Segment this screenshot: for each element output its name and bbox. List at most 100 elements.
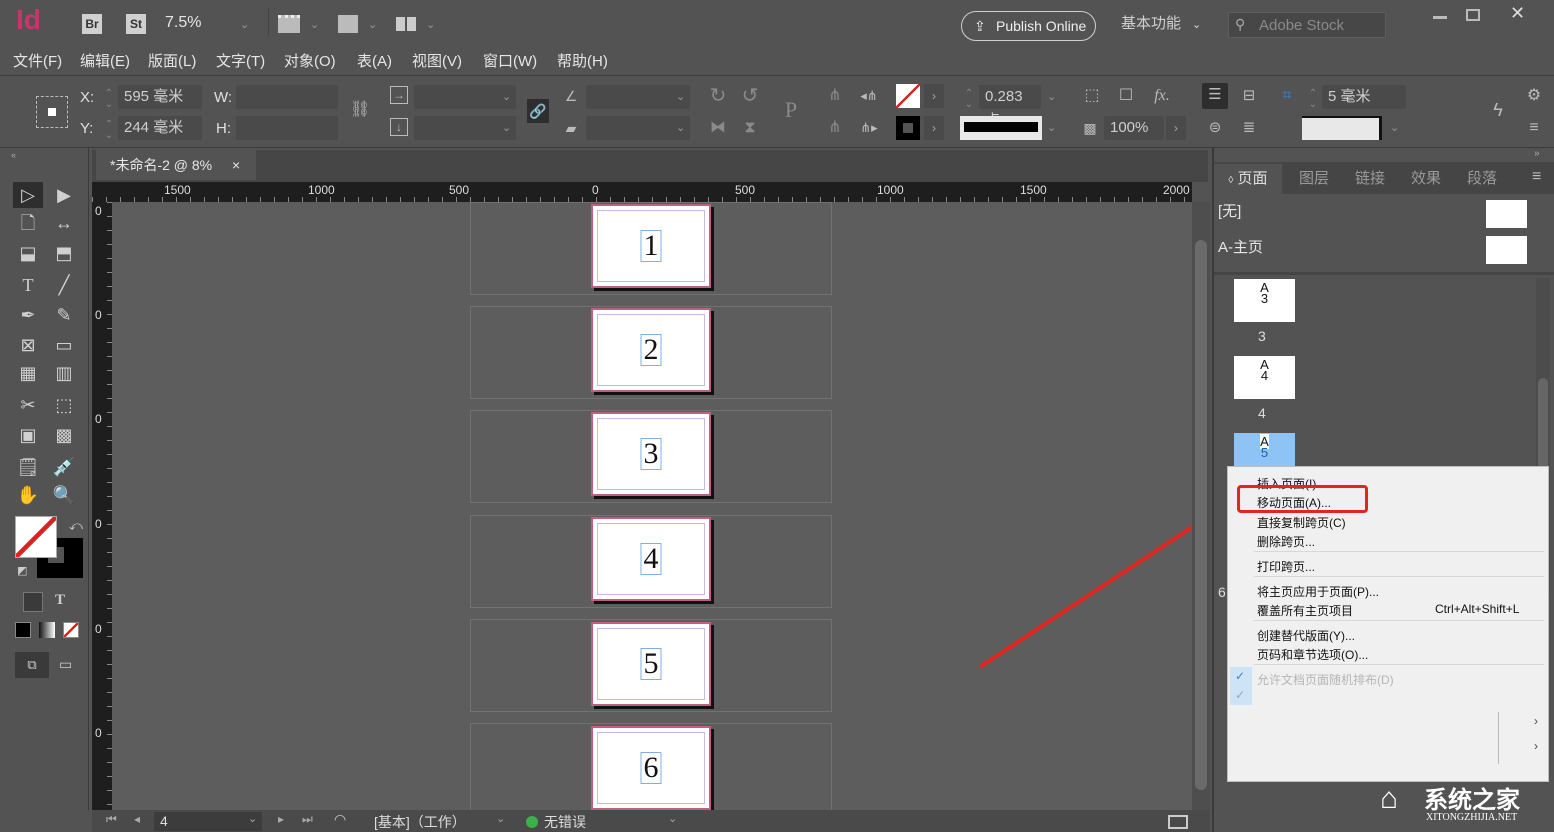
pencil-tool-icon[interactable]: ✎ <box>49 302 79 328</box>
bridge-button[interactable]: Br <box>82 14 102 34</box>
master-a-thumbnail[interactable] <box>1486 236 1527 264</box>
menu-table[interactable]: 表(A) <box>357 50 392 71</box>
tab-effects[interactable]: 效果 <box>1398 164 1454 194</box>
stroke-weight-field[interactable]: 0.283 点 <box>979 85 1041 129</box>
view-options-dropdown-icon[interactable]: ⌄ <box>310 18 319 31</box>
next-page-icon[interactable]: ▸ <box>278 812 284 826</box>
menu-layout[interactable]: 版面(L) <box>148 50 196 71</box>
document-canvas[interactable]: 1 2 3 4 5 6 <box>112 202 1192 810</box>
page-thumbnail[interactable]: A4 <box>1234 356 1295 399</box>
menu-item-delete-spread[interactable]: 删除跨页... <box>1257 533 1315 550</box>
menu-edit[interactable]: 编辑(E) <box>80 50 130 71</box>
select-next-object-icon[interactable]: ⋔▸ <box>856 116 882 140</box>
gap-tool-icon[interactable]: ⌗ <box>1276 84 1298 108</box>
page[interactable]: 1 <box>591 204 711 288</box>
scissors-tool-icon[interactable]: ✂ <box>13 392 43 418</box>
open-page-icon[interactable]: ◠ <box>334 811 346 828</box>
menu-item-print-spread[interactable]: 打印跨页... <box>1257 558 1315 575</box>
first-page-icon[interactable]: ⏮ <box>106 812 117 827</box>
page[interactable]: 6 <box>591 726 711 810</box>
flip-vertical-icon[interactable]: ⧗ <box>738 116 762 140</box>
stroke-type-selector[interactable] <box>960 116 1042 140</box>
page-number-field[interactable]: 4 <box>154 812 262 831</box>
menu-window[interactable]: 窗口(W) <box>483 50 537 71</box>
stock-button[interactable]: St <box>126 14 146 34</box>
gap-field[interactable]: 5 毫米 <box>1322 85 1406 109</box>
page[interactable]: 5 <box>591 622 711 706</box>
menu-item-apply-master[interactable]: 将主页应用于页面(P)... <box>1257 583 1379 600</box>
scale-x-field[interactable] <box>414 85 516 109</box>
stroke-weight-stepper[interactable]: ⌃ ⌄ <box>962 88 976 110</box>
tab-pages[interactable]: ◊ 页面 <box>1214 164 1282 194</box>
note-tool-icon[interactable]: 🗒 <box>13 454 43 480</box>
eyedropper-tool-icon[interactable]: 💉 <box>49 454 79 480</box>
w-field[interactable] <box>236 85 338 109</box>
scale-y-dropdown-icon[interactable]: ⌄ <box>502 121 511 134</box>
gap-tool-icon[interactable]: ↔ <box>49 210 79 236</box>
direct-selection-tool-icon[interactable]: ▶ <box>49 182 79 208</box>
menu-view[interactable]: 视图(V) <box>412 50 462 71</box>
master-a[interactable]: A-主页 <box>1218 236 1263 257</box>
flip-horizontal-icon[interactable]: ⧓ <box>706 116 730 140</box>
page[interactable]: 3 <box>591 412 711 496</box>
select-previous-object-icon[interactable]: ◂⋔ <box>856 84 882 108</box>
fill-swatch-none[interactable] <box>896 84 920 108</box>
preflight-dropdown-icon[interactable]: ⌄ <box>668 812 677 825</box>
horizontal-ruler[interactable]: 1500 1000 500 0 500 1000 1500 2000 <box>92 182 1192 202</box>
zoom-dropdown-icon[interactable]: ⌄ <box>240 18 249 31</box>
scale-x-dropdown-icon[interactable]: ⌄ <box>502 90 511 103</box>
panel-menu-icon[interactable]: ≡ <box>1524 116 1544 140</box>
opacity-field[interactable]: 100% <box>1104 116 1164 140</box>
arrange-documents-icon[interactable] <box>396 17 416 31</box>
default-fill-stroke-icon[interactable]: ◩ <box>17 564 27 577</box>
panel-menu-icon[interactable]: ≡ <box>1532 168 1541 186</box>
formatting-affects-text-icon[interactable]: T <box>55 592 65 609</box>
menu-item-numbering-section-options[interactable]: 页码和章节选项(O)... <box>1257 646 1368 663</box>
content-collector-icon[interactable]: ⬓ <box>13 240 43 266</box>
shear-angle-field[interactable] <box>586 116 690 140</box>
text-wrap-bounding-box-icon[interactable]: ⊟ <box>1238 84 1260 108</box>
formatting-affects-container-icon[interactable] <box>23 592 43 612</box>
rectangle-tool-icon[interactable]: ▭ <box>49 332 79 358</box>
y-stepper[interactable]: ⌃ ⌄ <box>102 119 116 141</box>
constrain-scale-icon[interactable]: 🔗 <box>527 99 549 123</box>
tab-paragraph[interactable]: 段落 <box>1454 164 1510 194</box>
fill-color-box[interactable] <box>15 516 57 558</box>
selection-tool-icon[interactable]: ▷ <box>13 182 43 208</box>
preflight-status[interactable]: 无错误 <box>544 812 586 832</box>
zoom-level[interactable]: 7.5% <box>165 14 201 32</box>
frame-fitting-icon[interactable]: ⬚ <box>1082 84 1102 108</box>
hand-tool-icon[interactable]: ✋ <box>13 482 43 508</box>
text-wrap-none-icon[interactable]: ☰ <box>1202 83 1228 109</box>
fill-menu-icon[interactable]: › <box>924 84 944 108</box>
rotate-angle-field[interactable] <box>586 85 690 109</box>
arrange-dropdown-icon[interactable]: ⌄ <box>426 18 435 31</box>
text-wrap-object-shape-icon[interactable]: ⊜ <box>1204 116 1226 140</box>
h-field[interactable] <box>236 116 338 140</box>
x-field[interactable]: 595 毫米 <box>118 85 202 109</box>
rotate-dropdown-icon[interactable]: ⌄ <box>676 90 685 103</box>
menu-type[interactable]: 文字(T) <box>216 50 265 71</box>
menu-help[interactable]: 帮助(H) <box>557 50 608 71</box>
shear-dropdown-icon[interactable]: ⌄ <box>676 121 685 134</box>
menu-item-duplicate-spread[interactable]: 直接复制跨页(C) <box>1257 514 1346 531</box>
close-tab-icon[interactable]: × <box>232 150 240 180</box>
zoom-tool-icon[interactable]: 🔍 <box>49 482 79 508</box>
tab-links[interactable]: 链接 <box>1342 164 1398 194</box>
settings-gear-icon[interactable]: ⚙ <box>1524 84 1544 108</box>
swap-fill-stroke-icon[interactable]: ⤺ <box>69 518 83 534</box>
gradient-swatch-tool-icon[interactable]: ▣ <box>13 422 43 448</box>
close-icon[interactable]: ✕ <box>1510 3 1525 24</box>
expand-panels-icon[interactable]: » <box>1534 148 1540 159</box>
gradient-feather-tool-icon[interactable]: ▩ <box>49 422 79 448</box>
preview-mode-icon[interactable]: ▭ <box>59 656 72 673</box>
menu-object[interactable]: 对象(O) <box>284 50 336 71</box>
previous-page-icon[interactable]: ◂ <box>134 812 140 826</box>
split-window-icon[interactable] <box>1168 815 1188 829</box>
workspace-switcher[interactable]: 基本功能 <box>1121 12 1181 33</box>
free-transform-tool-icon[interactable]: ⬚ <box>49 392 79 418</box>
last-page-icon[interactable]: ⏭ <box>302 812 313 827</box>
line-tool-icon[interactable]: ╱ <box>49 272 79 298</box>
quick-apply-icon[interactable]: ϟ <box>1488 98 1508 122</box>
minimize-icon[interactable] <box>1433 16 1447 19</box>
